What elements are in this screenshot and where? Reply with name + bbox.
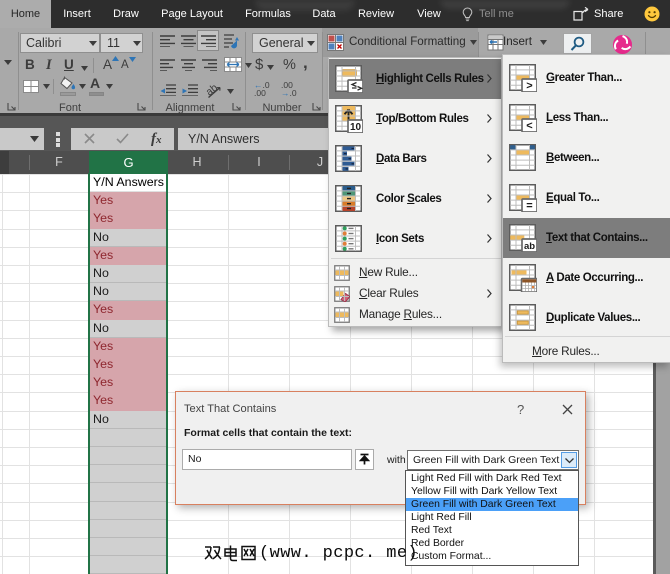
svg-text:<: < <box>526 120 532 132</box>
svg-text:>: > <box>526 80 532 92</box>
svg-text:=: = <box>526 200 532 212</box>
svg-text:10: 10 <box>350 122 362 133</box>
svg-text:ab: ab <box>524 241 535 252</box>
